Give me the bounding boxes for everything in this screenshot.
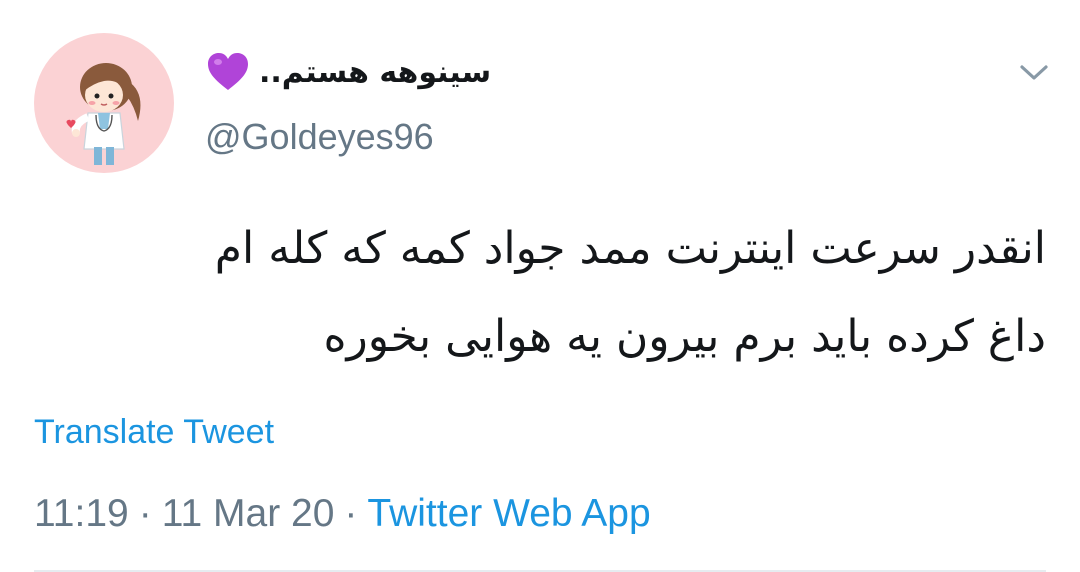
meta-separator: · [344, 492, 358, 535]
tweet-card: سینوهه هستم.. @Goldeyes96 انقدر سرعت این… [0, 0, 1080, 572]
tweet-text: انقدر سرعت اینترنت ممد جواد کمه که کله ا… [86, 205, 1046, 381]
tweet-text-line: انقدر سرعت اینترنت ممد جواد کمه که کله ا… [214, 223, 1046, 274]
translate-tweet-link[interactable]: Translate Tweet [34, 410, 274, 454]
user-handle[interactable]: @Goldeyes96 [205, 115, 434, 159]
chevron-down-icon[interactable] [1014, 56, 1054, 88]
display-name-text: سینوهه هستم.. [259, 55, 492, 90]
tweet-date[interactable]: 11 Mar 20 [162, 492, 335, 535]
meta-separator: · [138, 492, 152, 535]
tweet-source-link[interactable]: Twitter Web App [367, 492, 650, 535]
tweet-meta: 11:19 · 11 Mar 20 · Twitter Web App [34, 490, 651, 538]
avatar[interactable] [34, 33, 174, 173]
tweet-text-line: داغ کرده باید برم بیرون یه هوایی بخوره [323, 311, 1046, 362]
purple-heart-icon [205, 50, 251, 96]
tweet-time[interactable]: 11:19 [34, 492, 129, 535]
display-name[interactable]: سینوهه هستم.. [205, 50, 491, 96]
